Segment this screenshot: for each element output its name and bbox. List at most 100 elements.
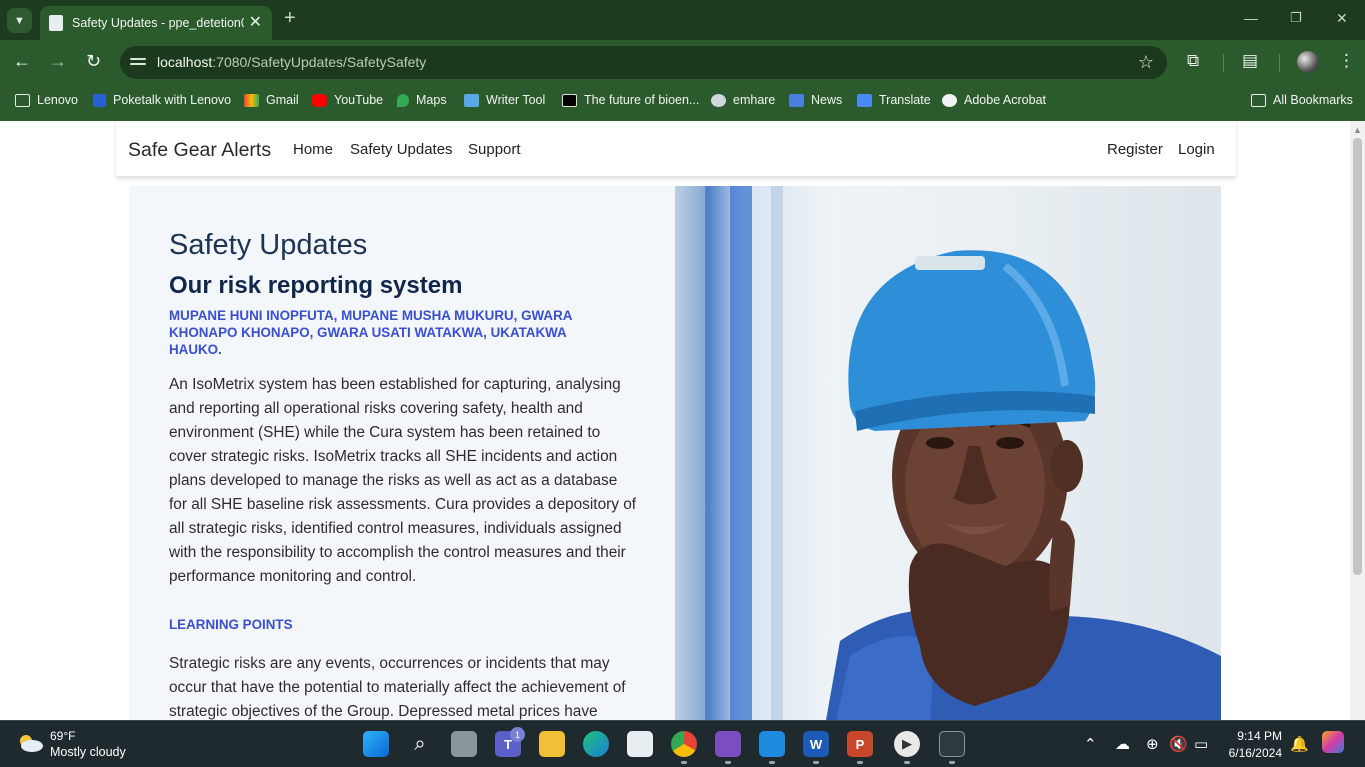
folder-icon (1251, 93, 1266, 107)
section-subheading: MUPANE HUNI INOPFUTA, MUPANE MUSHA MUKUR… (169, 308, 572, 357)
new-tab-button[interactable]: + (284, 7, 296, 30)
volume-muted-icon[interactable]: 🔇 (1169, 735, 1188, 753)
clock-date[interactable]: 6/16/2024 (1222, 746, 1282, 760)
toolbar-divider (1223, 54, 1224, 72)
bookmark-lenovo[interactable]: Lenovo (15, 93, 78, 107)
show-hidden-icons-chevron-icon[interactable]: ⌃ (1084, 735, 1097, 753)
more-menu-icon[interactable]: ⋮ (1338, 51, 1355, 71)
running-indicator (681, 761, 687, 764)
battery-icon[interactable]: ▭ (1194, 735, 1208, 753)
network-globe-icon[interactable]: ⊕ (1146, 735, 1159, 753)
bookmark-news[interactable]: News (789, 93, 842, 107)
intro-paragraph: An IsoMetrix system has been established… (169, 376, 637, 585)
onedrive-icon[interactable]: ☁ (1115, 735, 1130, 753)
site-settings-icon[interactable] (130, 55, 146, 69)
globe-icon (711, 93, 726, 107)
search-icon[interactable]: ⌕ (407, 731, 433, 757)
nav-home[interactable]: Home (293, 141, 333, 158)
word-icon[interactable]: W (803, 731, 829, 757)
text-panel: Safety Updates Our risk reporting system… (129, 186, 675, 720)
store-icon[interactable] (627, 731, 653, 757)
cloudy-weather-icon (20, 735, 43, 752)
tab-title: Safety Updates - ppe_detetion0 (72, 16, 244, 30)
chrome-icon[interactable] (671, 731, 697, 757)
safety-updates-card: Safety Updates Our risk reporting system… (129, 186, 1221, 720)
file-explorer-icon[interactable] (539, 731, 565, 757)
profile-avatar[interactable] (1297, 51, 1319, 73)
bookmark-poketalk[interactable]: Poketalk with Lenovo (93, 93, 231, 107)
bookmark-writer-tool[interactable]: Writer Tool (464, 93, 545, 107)
reading-mode-icon[interactable]: ▤ (1242, 51, 1258, 71)
writer-icon (464, 93, 479, 107)
close-window-icon[interactable]: ✕ (1336, 10, 1348, 27)
bookmark-emhare[interactable]: emhare (711, 93, 775, 107)
tab-search-button[interactable]: ▼ (7, 8, 32, 33)
nav-support[interactable]: Support (468, 141, 521, 158)
task-view-icon[interactable] (451, 731, 477, 757)
visual-studio-icon[interactable] (715, 731, 741, 757)
edge-icon[interactable] (583, 731, 609, 757)
bookmark-youtube[interactable]: YouTube (312, 93, 383, 107)
page-viewport: Safe Gear Alerts Home Safety Updates Sup… (0, 121, 1350, 720)
running-indicator (725, 761, 731, 764)
running-indicator (949, 761, 955, 764)
minimize-icon[interactable]: — (1244, 10, 1258, 26)
running-indicator (813, 761, 819, 764)
running-indicator (904, 761, 910, 764)
nav-register[interactable]: Register (1107, 141, 1163, 158)
poketalk-icon (93, 93, 106, 107)
section-heading: Our risk reporting system (169, 272, 463, 299)
bookmark-star-icon[interactable]: ☆ (1138, 52, 1154, 73)
windows-taskbar: 69°F Mostly cloudy ⌕ T 1 W P ▶ ⌃ ☁ ⊕ 🔇 ▭… (0, 720, 1365, 767)
nav-safety-updates[interactable]: Safety Updates (350, 141, 453, 158)
site-navbar: Safe Gear Alerts Home Safety Updates Sup… (116, 121, 1236, 177)
page-scrollbar[interactable]: ▲ (1350, 121, 1365, 720)
clock-time[interactable]: 9:14 PM (1228, 729, 1282, 743)
bookmark-gmail[interactable]: Gmail (244, 93, 299, 107)
learning-paragraph: Strategic risks are any events, occurren… (169, 655, 626, 720)
copilot-icon[interactable] (1322, 731, 1344, 753)
scroll-up-arrow-icon[interactable]: ▲ (1353, 125, 1362, 135)
url-text[interactable]: localhost:7080/SafetyUpdates/SafetySafet… (157, 54, 426, 70)
tab-close-icon[interactable]: ✕ (249, 12, 262, 32)
bookmark-translate[interactable]: Translate (857, 93, 931, 107)
running-indicator (769, 761, 775, 764)
worker-photo (675, 186, 1221, 720)
notification-bell-icon[interactable]: 🔔 (1290, 735, 1309, 753)
reload-icon[interactable]: ↻ (86, 51, 101, 72)
maps-icon (397, 93, 409, 107)
vscode-icon[interactable] (759, 731, 785, 757)
teams-notification-badge: 1 (510, 727, 525, 742)
page-favicon-icon (49, 15, 63, 31)
folder-icon (15, 93, 30, 107)
news-icon (789, 93, 804, 107)
bookmark-maps[interactable]: Maps (397, 93, 447, 107)
weather-temperature[interactable]: 69°F (50, 729, 75, 743)
powerpoint-icon[interactable]: P (847, 731, 873, 757)
forward-arrow-icon[interactable]: → (49, 51, 67, 72)
running-indicator (857, 761, 863, 764)
address-bar[interactable]: localhost:7080/SafetyUpdates/SafetySafet… (120, 46, 1167, 79)
gmail-icon (244, 93, 259, 107)
weather-description[interactable]: Mostly cloudy (50, 745, 126, 759)
extensions-icon[interactable]: ⧉ (1187, 51, 1199, 71)
terminal-icon[interactable] (939, 731, 965, 757)
worker-hardhat-illustration (675, 186, 1221, 720)
media-player-icon[interactable]: ▶ (894, 731, 920, 757)
youtube-icon (312, 93, 327, 107)
page-title: Safety Updates (169, 229, 368, 261)
all-bookmarks[interactable]: All Bookmarks (1251, 93, 1353, 107)
toolbar-divider (1279, 54, 1280, 72)
site-brand[interactable]: Safe Gear Alerts (128, 139, 271, 162)
bookmark-bioen[interactable]: The future of bioen... (562, 93, 699, 107)
browser-tab-bar: ▼ Safety Updates - ppe_detetion0 ✕ + — ❐… (0, 0, 1365, 40)
windows-start-icon[interactable] (363, 731, 389, 757)
learning-points-label: LEARNING POINTS (169, 617, 293, 632)
active-tab[interactable]: Safety Updates - ppe_detetion0 ✕ (40, 6, 272, 40)
back-arrow-icon[interactable]: ← (13, 51, 31, 72)
translate-icon (857, 93, 872, 107)
bookmark-acrobat[interactable]: Adobe Acrobat (942, 93, 1046, 107)
nav-login[interactable]: Login (1178, 141, 1215, 158)
restore-icon[interactable]: ❐ (1290, 10, 1302, 26)
scroll-thumb[interactable] (1353, 138, 1362, 575)
